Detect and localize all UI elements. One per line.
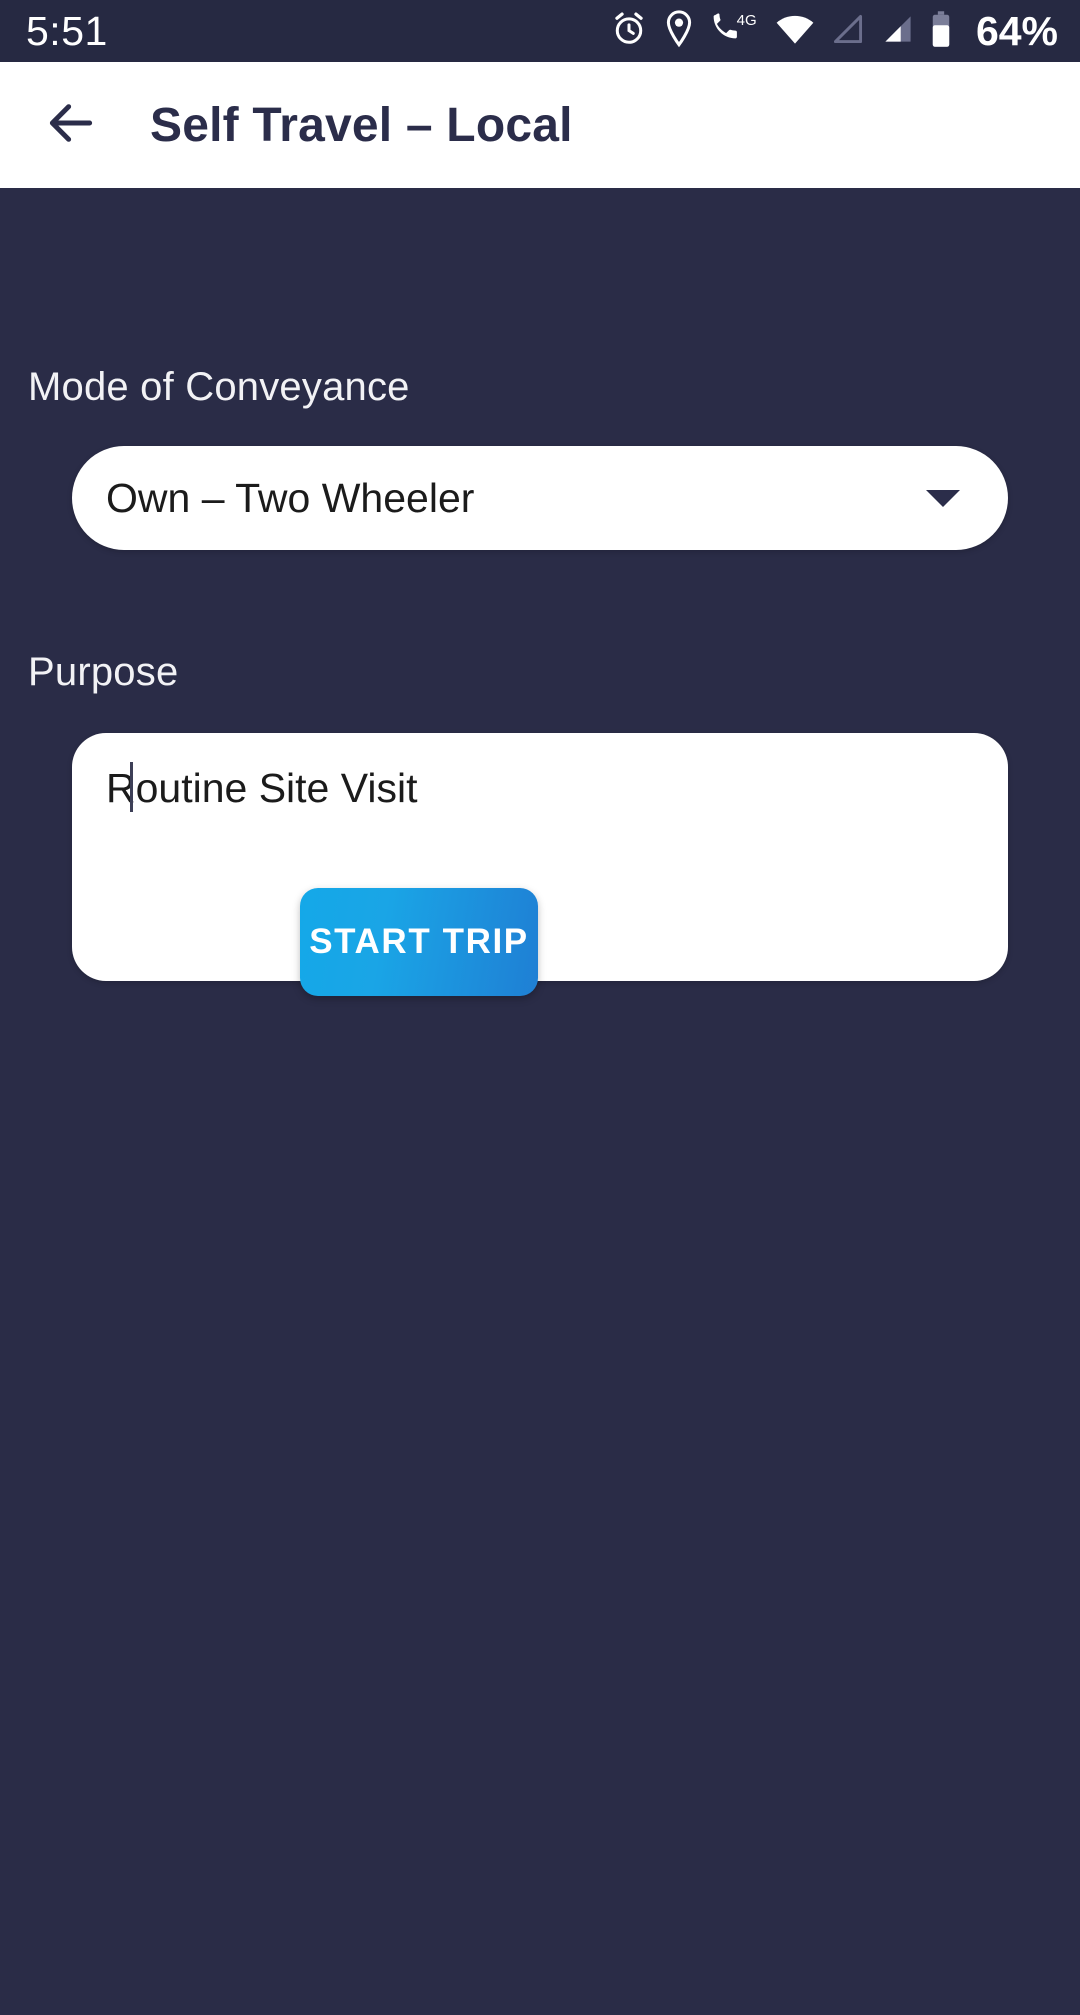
purpose-input[interactable]: Routine Site Visit xyxy=(72,733,1008,981)
purpose-label: Purpose xyxy=(28,650,179,694)
start-trip-button[interactable]: START TRIP xyxy=(300,888,538,996)
text-cursor-icon xyxy=(130,762,133,812)
alarm-clock-icon xyxy=(610,10,648,53)
status-bar-clock: 5:51 xyxy=(26,7,108,54)
location-pin-icon xyxy=(662,9,696,53)
wifi-icon xyxy=(774,12,816,51)
svg-text:4G: 4G xyxy=(737,12,757,29)
mode-of-conveyance-dropdown[interactable]: Own – Two Wheeler xyxy=(72,446,1008,550)
start-trip-button-label: START TRIP xyxy=(309,922,529,961)
signal-sim2-icon xyxy=(880,12,916,51)
page-title: Self Travel – Local xyxy=(150,98,573,152)
battery-percentage: 64% xyxy=(975,7,1058,54)
form-content: Mode of Conveyance Own – Two Wheeler Pur… xyxy=(0,188,1080,2015)
mode-of-conveyance-value: Own – Two Wheeler xyxy=(106,474,475,521)
status-bar-icons: 4G 64% xyxy=(610,7,1058,54)
app-bar: Self Travel – Local xyxy=(0,62,1080,188)
battery-icon xyxy=(930,10,952,53)
call-4g-icon: 4G xyxy=(710,10,760,53)
mode-of-conveyance-label: Mode of Conveyance xyxy=(28,365,410,409)
chevron-down-icon xyxy=(926,489,960,507)
app-screen: 5:51 4G 64% Self Travel – Local Mode of … xyxy=(0,0,1080,2015)
purpose-value: Routine Site Visit xyxy=(106,765,418,811)
status-bar: 5:51 4G 64% xyxy=(0,0,1080,62)
signal-sim1-icon xyxy=(830,12,866,51)
back-arrow-icon xyxy=(43,95,99,156)
purpose-text-wrapper: Routine Site Visit xyxy=(106,762,418,812)
back-button[interactable] xyxy=(36,90,106,160)
